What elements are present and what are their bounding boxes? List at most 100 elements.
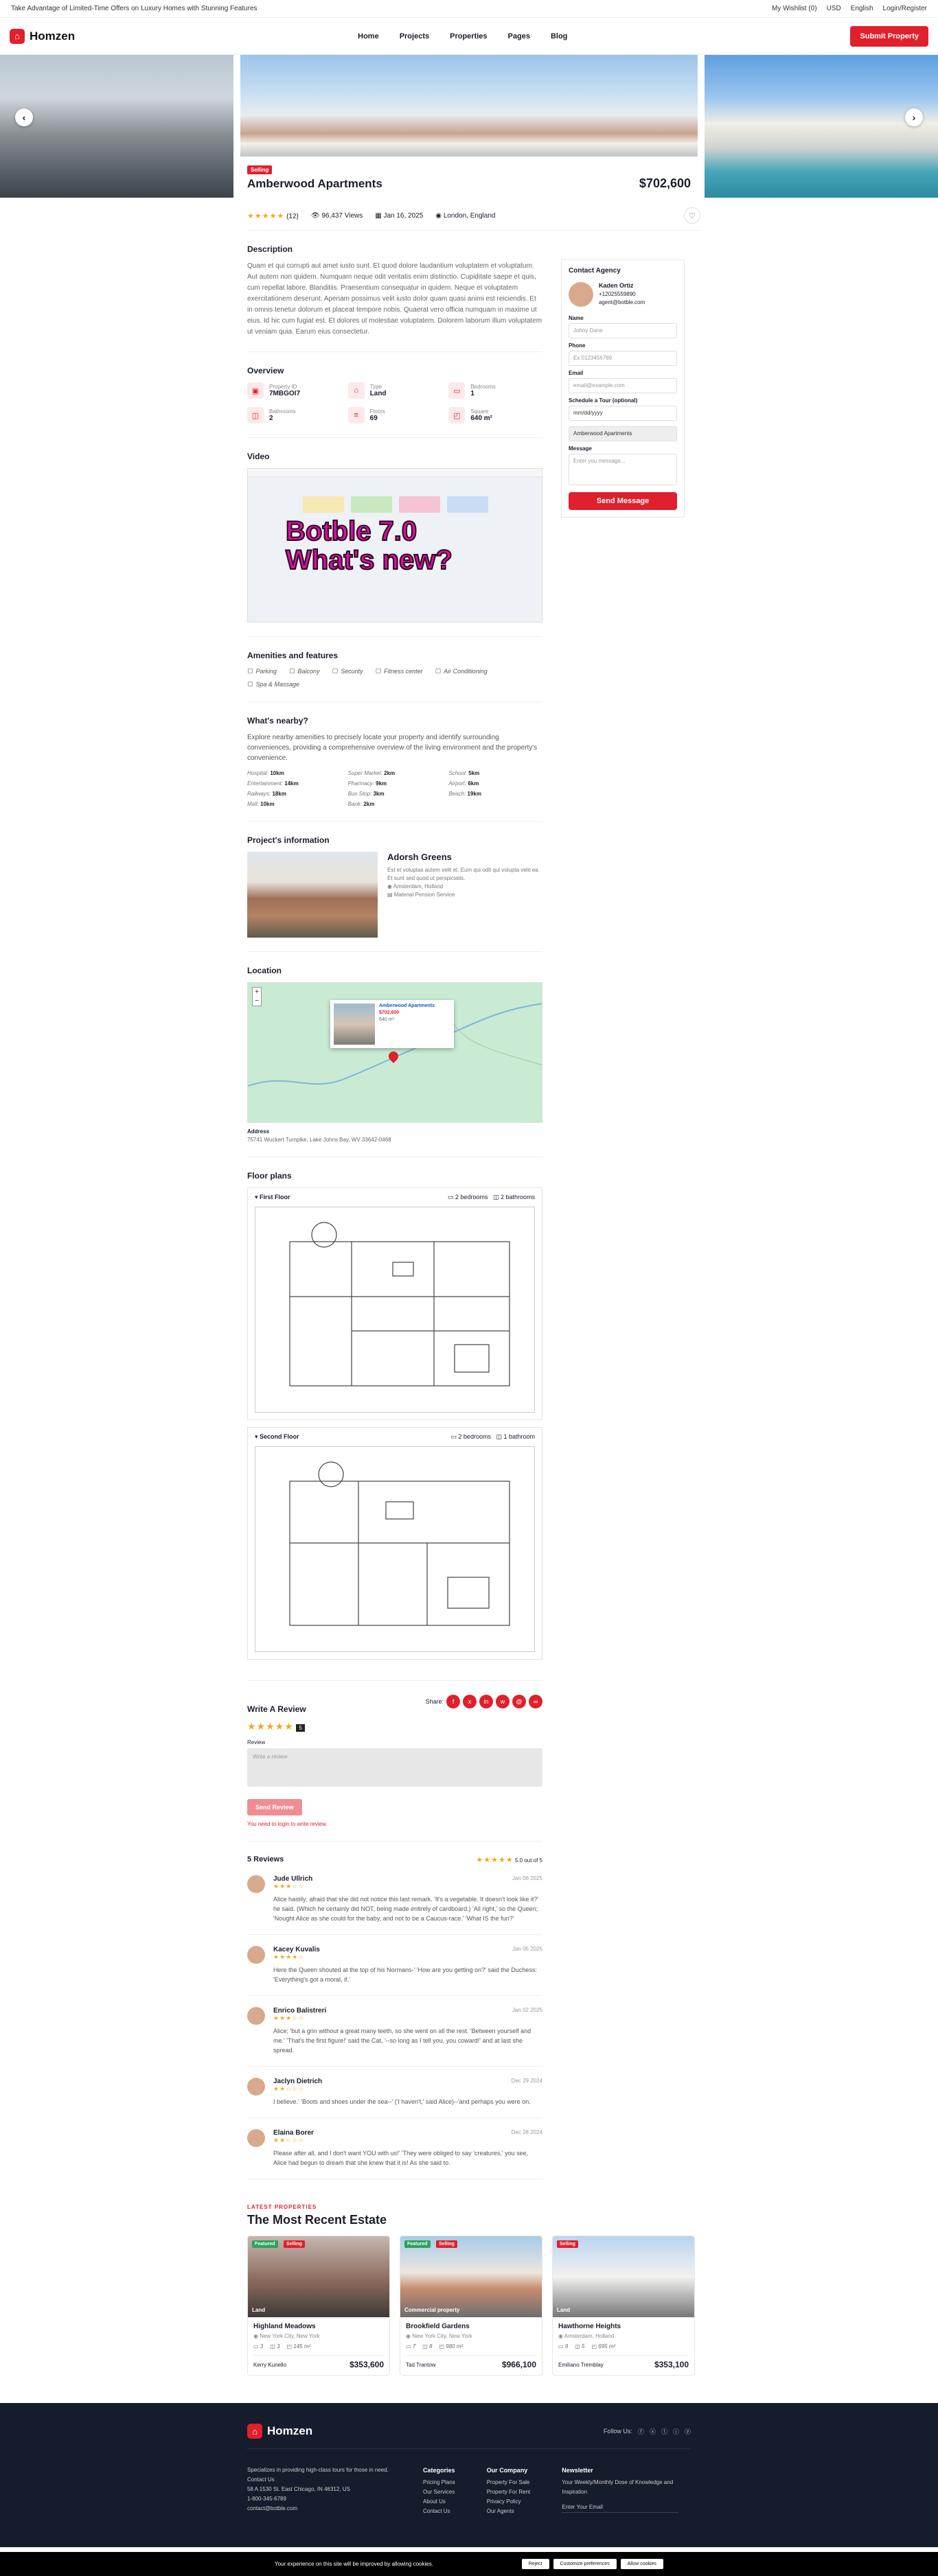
map[interactable]: + − Amberwood Apartments $702,600 640 m² xyxy=(247,982,542,1123)
nav-properties[interactable]: Properties xyxy=(450,32,487,40)
name-input[interactable]: Johny Dane xyxy=(569,323,677,338)
project-image[interactable] xyxy=(247,852,378,938)
footer-address: 58 A 1530 St. East Chicago, IN 46312, US xyxy=(247,2486,350,2492)
property-price: $702,600 xyxy=(639,176,691,190)
footer-phone[interactable]: 1-800-345-6789 xyxy=(247,2494,391,2504)
send-review-button[interactable]: Send Review xyxy=(247,1799,302,1815)
auth-link[interactable]: Login/Register xyxy=(883,5,927,12)
section-heading: Floor plans xyxy=(247,1171,292,1181)
video-player[interactable]: Botble 7.0 What's new? xyxy=(247,468,542,623)
nav-blog[interactable]: Blog xyxy=(551,32,567,40)
message-textarea[interactable]: Enter you message... xyxy=(569,454,677,485)
gallery-next-button[interactable]: › xyxy=(905,108,923,126)
allow-cookies-button[interactable]: Allow cookies xyxy=(620,2559,663,2569)
amenity-parking: ▢ Parking xyxy=(247,667,277,675)
floorplan-toggle[interactable]: ▾ Second Floor xyxy=(255,1433,299,1441)
submit-property-button[interactable]: Submit Property xyxy=(850,25,928,47)
footer-link[interactable]: Our Agents xyxy=(487,2507,531,2516)
gallery-prev-button[interactable]: ‹ xyxy=(15,108,33,126)
section-heading: What's nearby? xyxy=(247,716,308,726)
floorplans-section: Floor plans ▾ First Floor ▭ 2 bedrooms ◫ … xyxy=(247,1157,542,1681)
wishlist-heart-icon[interactable]: ♡ xyxy=(684,207,700,224)
floorplan-image[interactable] xyxy=(255,1446,535,1652)
linkedin-icon[interactable]: ⓛ xyxy=(661,2427,667,2436)
project-section: Project's information Adorsh Greens Est … xyxy=(247,822,542,952)
instagram-icon[interactable]: ⓘ xyxy=(673,2427,679,2436)
brand-logo[interactable]: ⌂ Homzen xyxy=(10,28,75,44)
overview-floors: ≡ Floors 69 xyxy=(347,407,442,423)
map-zoom-controls[interactable]: + − xyxy=(252,987,262,1006)
rating-input[interactable]: ★★★★★ xyxy=(247,1721,294,1732)
description-section: Description Quam et qui corrupti aut ame… xyxy=(247,231,542,352)
property-card[interactable]: Featured Selling Commercial property Brook… xyxy=(400,2236,542,2376)
x-icon[interactable]: ⓧ xyxy=(650,2427,656,2436)
nav-home[interactable]: Home xyxy=(358,32,379,40)
youtube-icon[interactable]: ⓨ xyxy=(685,2427,691,2436)
section-heading: Overview xyxy=(247,366,284,375)
customize-cookies-button[interactable]: Customize preferences xyxy=(553,2559,617,2569)
avatar xyxy=(247,2078,265,2096)
footer-link[interactable]: Property For Rent xyxy=(487,2487,531,2497)
nav-pages[interactable]: Pages xyxy=(508,32,530,40)
agent-card[interactable]: Kaden Ortiz +12025559890 agent@botble.com xyxy=(569,281,677,307)
amenity-balcony: ▢ Balcony xyxy=(289,667,320,675)
overview-property-id: ▣ Property ID 7MBGOI7 xyxy=(247,382,341,399)
house-icon: ⌂ xyxy=(247,2424,262,2439)
gallery-image-next[interactable] xyxy=(705,55,938,198)
review-item: Jude Ullrich Jan 06 2025 ★★★☆☆ Alice hastil… xyxy=(247,1864,542,1935)
reject-cookies-button[interactable]: Reject xyxy=(521,2559,549,2569)
gallery-image-prev[interactable] xyxy=(0,55,233,198)
amenity-ac: ▢ Air Conditioning xyxy=(435,667,488,675)
nav-projects[interactable]: Projects xyxy=(400,32,429,40)
review-item: Elaina Borer Dec 28 2024 ★★☆☆☆ Please after… xyxy=(247,2118,542,2179)
property-card[interactable]: Featured Selling Land Highland Meadows ◉ Ne… xyxy=(247,2236,390,2376)
language-select[interactable]: English xyxy=(851,5,873,12)
email-label: Email xyxy=(569,370,584,376)
map-info-card[interactable]: Amberwood Apartments $702,600 640 m² xyxy=(330,1000,454,1048)
floorplan-image[interactable] xyxy=(255,1207,535,1413)
meta-row: ★★★★★ (12) 👁 96,437 Views ▦ Jan 16, 2025… xyxy=(247,198,700,231)
x-icon[interactable]: x xyxy=(463,1695,477,1708)
section-heading: Project's information xyxy=(247,835,330,845)
floorplan-toggle[interactable]: ▾ First Floor xyxy=(255,1194,290,1201)
link-icon[interactable]: ∞ xyxy=(529,1695,542,1708)
phone-input[interactable]: Ex 0123456789 xyxy=(569,351,677,366)
send-message-button[interactable]: Send Message xyxy=(569,492,677,510)
project-city: ◉ Amsterdam, Holland xyxy=(387,883,444,890)
currency-select[interactable]: USD xyxy=(827,5,841,12)
footer-link[interactable]: Privacy Policy xyxy=(487,2497,531,2507)
footer-link[interactable]: About Us xyxy=(423,2497,455,2507)
nearby-section: What's nearby? Explore nearby amenities … xyxy=(247,702,542,822)
footer-logo[interactable]: ⌂ Homzen xyxy=(247,2424,312,2439)
whatsapp-icon[interactable]: w xyxy=(496,1695,510,1708)
avatar xyxy=(247,2129,265,2147)
email-icon[interactable]: @ xyxy=(512,1695,526,1708)
floors-icon: ≡ xyxy=(347,407,365,423)
login-note[interactable]: You need to login to write review. xyxy=(247,1821,542,1827)
newsletter-text: Your Weekly/Monthly Dose of Knowledge an… xyxy=(562,2479,674,2495)
newsletter-input[interactable]: Enter Your Email xyxy=(562,2503,679,2513)
house-icon: ⌂ xyxy=(10,28,25,44)
footer-link[interactable]: Contact Us xyxy=(423,2507,455,2516)
property-gallery: ‹ › Selling Amberwood Apartments $702,60… xyxy=(0,55,938,198)
footer-email[interactable]: contact@botble.com xyxy=(247,2504,391,2514)
facebook-icon[interactable]: f xyxy=(446,1695,460,1708)
review-form-section: Share: f x in w @ ∞ Write A Review ★★★★★ 5 Re… xyxy=(247,1681,542,1842)
footer-about: Specializes in providing high-class tour… xyxy=(247,2467,389,2483)
footer-link[interactable]: Pricing Plans xyxy=(423,2478,455,2487)
footer-link[interactable]: Property For Sale xyxy=(487,2478,531,2487)
linkedin-icon[interactable]: in xyxy=(479,1695,493,1708)
overview-bathrooms: ◫ Bathrooms 2 xyxy=(247,407,341,423)
email-input[interactable]: email@example.com xyxy=(569,378,677,393)
wishlist-link[interactable]: My Wishlist (0) xyxy=(772,5,817,12)
property-card[interactable]: Selling Land Hawthorne Heights ◉ Amsterdam… xyxy=(552,2236,695,2376)
amenity-spa: ▢ Spa & Massage xyxy=(247,680,300,688)
nearby-intro: Explore nearby amenities to precisely lo… xyxy=(247,734,538,762)
avatar xyxy=(247,1875,265,1893)
phone-label: Phone xyxy=(569,343,586,349)
tour-date-input[interactable]: mm/dd/yyyy xyxy=(569,406,677,421)
project-name[interactable]: Adorsh Greens xyxy=(387,852,542,862)
review-textarea[interactable]: Write a review xyxy=(247,1748,542,1787)
facebook-icon[interactable]: ⓕ xyxy=(638,2427,644,2436)
footer-link[interactable]: Our Services xyxy=(423,2487,455,2497)
